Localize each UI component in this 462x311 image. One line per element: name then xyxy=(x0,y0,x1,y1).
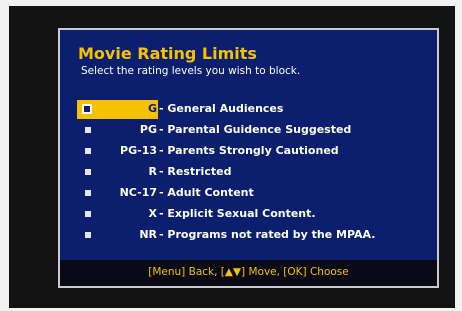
rating-description: - Parental Guidence Suggested xyxy=(159,123,352,136)
rating-checkbox-pg[interactable] xyxy=(85,127,91,133)
rating-list: G - General Audiences PG - Parental Guid… xyxy=(60,99,437,246)
rating-checkbox-g[interactable] xyxy=(82,104,92,114)
rating-description: - Programs not rated by the MPAA. xyxy=(159,228,376,241)
rating-row-pg[interactable]: PG - Parental Guidence Suggested xyxy=(60,120,437,141)
rating-code: PG-13 xyxy=(120,144,157,157)
rating-code: NR xyxy=(139,228,157,241)
rating-code: X xyxy=(148,207,157,220)
rating-row-g[interactable]: G - General Audiences xyxy=(60,99,437,120)
rating-checkbox-nc-17[interactable] xyxy=(85,190,91,196)
rating-code: G xyxy=(147,102,157,115)
key-hint-bar: [Menu] Back, [▲▼] Move, [OK] Choose xyxy=(60,260,437,286)
rating-description: - Parents Strongly Cautioned xyxy=(159,144,339,157)
rating-code: NC-17 xyxy=(119,186,157,199)
tv-screen: Movie Rating Limits Select the rating le… xyxy=(9,6,455,308)
rating-checkbox-nr[interactable] xyxy=(85,232,91,238)
dialog-title: Movie Rating Limits xyxy=(78,44,257,63)
rating-row-r[interactable]: R - Restricted xyxy=(60,162,437,183)
rating-code: R xyxy=(148,165,157,178)
rating-row-nc-17[interactable]: NC-17 - Adult Content xyxy=(60,183,437,204)
rating-row-pg-13[interactable]: PG-13 - Parents Strongly Cautioned xyxy=(60,141,437,162)
rating-row-nr[interactable]: NR - Programs not rated by the MPAA. xyxy=(60,225,437,246)
rating-description: - Adult Content xyxy=(159,186,254,199)
rating-checkbox-x[interactable] xyxy=(85,211,91,217)
rating-row-x[interactable]: X - Explicit Sexual Content. xyxy=(60,204,437,225)
dialog-subtitle: Select the rating levels you wish to blo… xyxy=(81,65,301,77)
key-hint-text: [Menu] Back, [▲▼] Move, [OK] Choose xyxy=(148,266,349,278)
rating-description: - General Audiences xyxy=(159,102,284,115)
rating-checkbox-pg-13[interactable] xyxy=(85,148,91,154)
rating-code: PG xyxy=(139,123,157,136)
rating-description: - Explicit Sexual Content. xyxy=(159,207,316,220)
rating-checkbox-r[interactable] xyxy=(85,169,91,175)
rating-description: - Restricted xyxy=(159,165,232,178)
movie-rating-limits-dialog: Movie Rating Limits Select the rating le… xyxy=(58,28,439,288)
